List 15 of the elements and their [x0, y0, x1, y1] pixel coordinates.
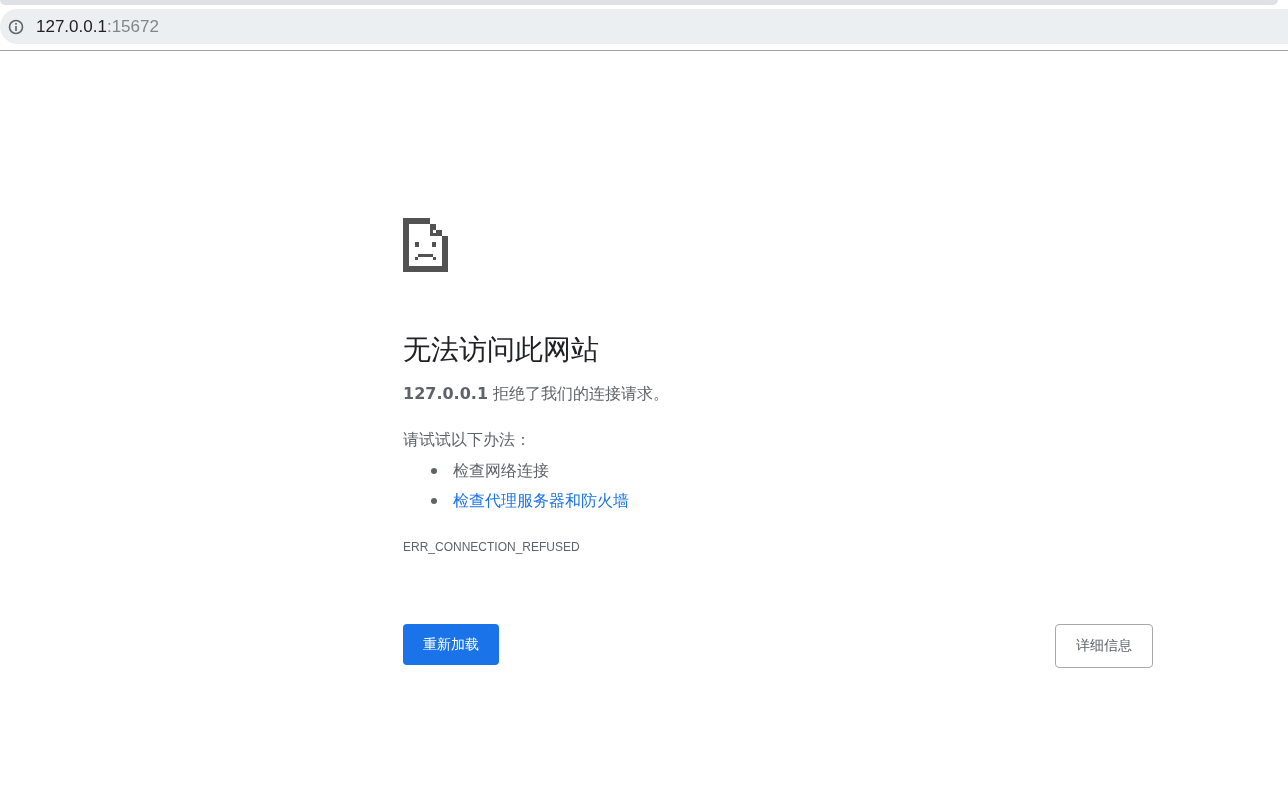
suggestions-intro: 请试试以下办法：: [403, 429, 532, 451]
reload-button[interactable]: 重新加载: [403, 624, 499, 665]
bullet-icon: [431, 498, 437, 504]
address-bar[interactable]: 127.0.0.1:15672: [0, 9, 1288, 44]
error-message: 127.0.0.1 拒绝了我们的连接请求。: [403, 383, 671, 405]
error-code: ERR_CONNECTION_REFUSED: [403, 540, 581, 554]
url-port: :15672: [106, 16, 159, 37]
url-host: 127.0.0.1: [36, 16, 107, 37]
info-icon[interactable]: [8, 18, 24, 35]
details-button[interactable]: 详细信息: [1055, 624, 1153, 668]
sad-page-icon: [403, 218, 448, 272]
suggestion-text: 检查网络连接: [453, 460, 549, 482]
error-title: 无法访问此网站: [403, 332, 600, 368]
bullet-icon: [431, 468, 437, 474]
suggestion-link[interactable]: 检查代理服务器和防火墙: [453, 486, 629, 516]
